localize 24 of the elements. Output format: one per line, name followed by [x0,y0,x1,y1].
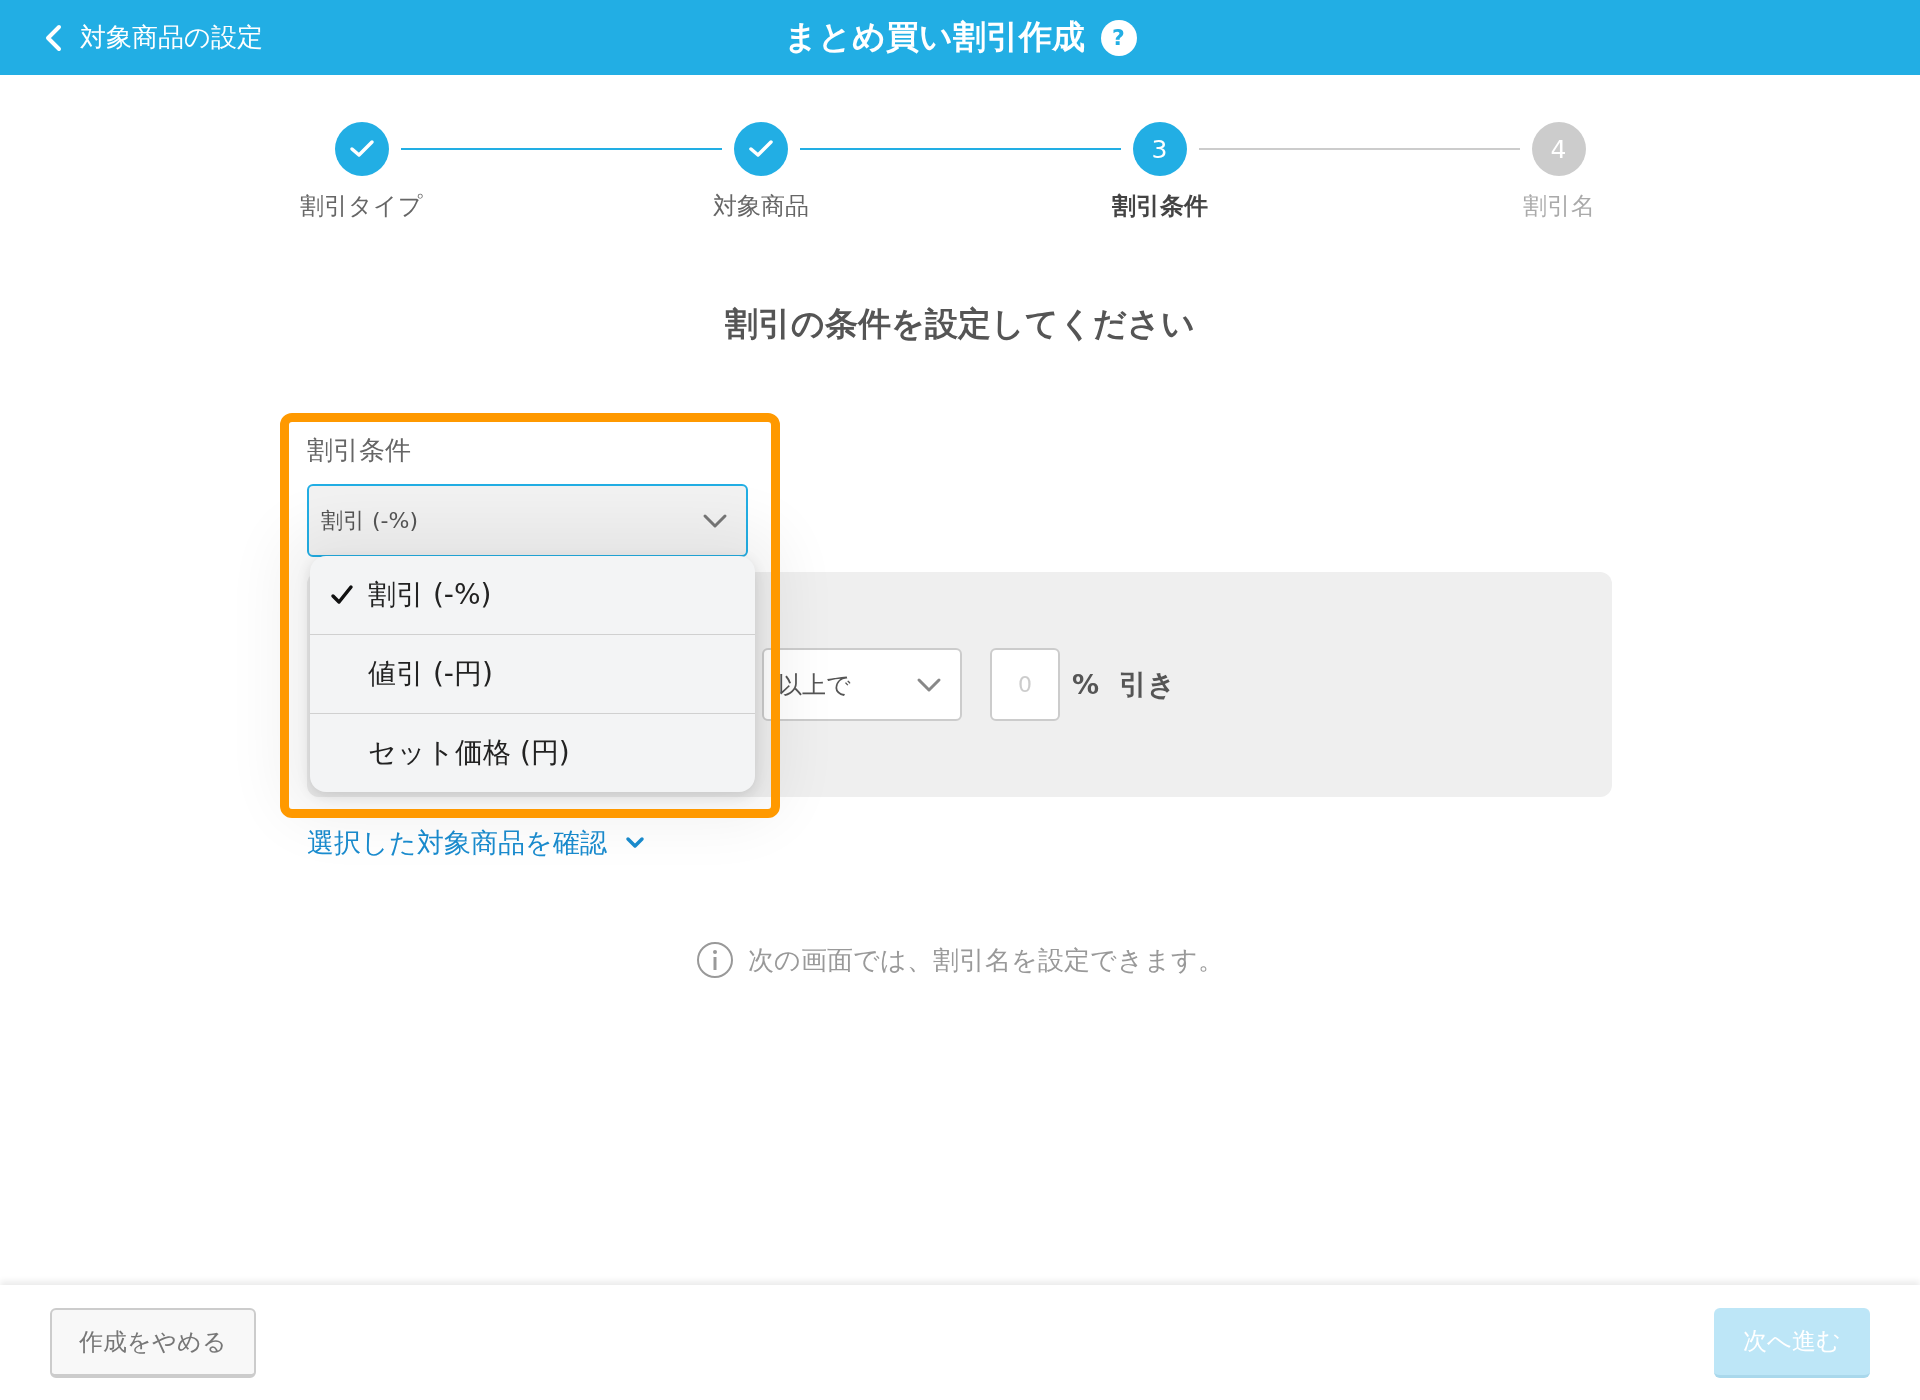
quantity-select[interactable]: 以上で [762,648,962,721]
section-heading: 割引の条件を設定してください [724,303,1196,345]
discount-type-select[interactable]: 割引 (-%) [307,484,748,557]
chevron-down-icon [702,512,728,529]
step-label: 割引条件 [1111,191,1208,222]
suffix-label: 引き [1119,666,1177,703]
field-label: 割引条件 [307,434,411,467]
dropdown-option[interactable]: 値引 (-円) [310,634,755,713]
chevron-down-icon [916,676,942,693]
page-title: まとめ買い割引作成 [783,16,1085,58]
confirm-products-link[interactable]: 選択した対象商品を確認 [307,825,607,861]
step-label: 対象商品 [712,191,809,222]
info-icon [696,941,734,979]
dropdown-option[interactable]: セット価格 (円) [310,713,755,792]
cancel-button[interactable]: 作成をやめる [50,1307,256,1378]
step-label: 割引名 [1522,191,1595,222]
step-indicator: 3 [1132,122,1187,176]
info-text: 次の画面では、割引名を設定できます。 [748,943,1224,977]
checkmark-icon [330,584,354,606]
chevron-left-icon [44,23,62,52]
unit-label: % [1072,669,1100,700]
step-label: 割引タイプ [300,191,423,222]
dropdown-option[interactable]: 割引 (-%) [310,556,755,634]
chevron-down-icon [625,836,645,850]
